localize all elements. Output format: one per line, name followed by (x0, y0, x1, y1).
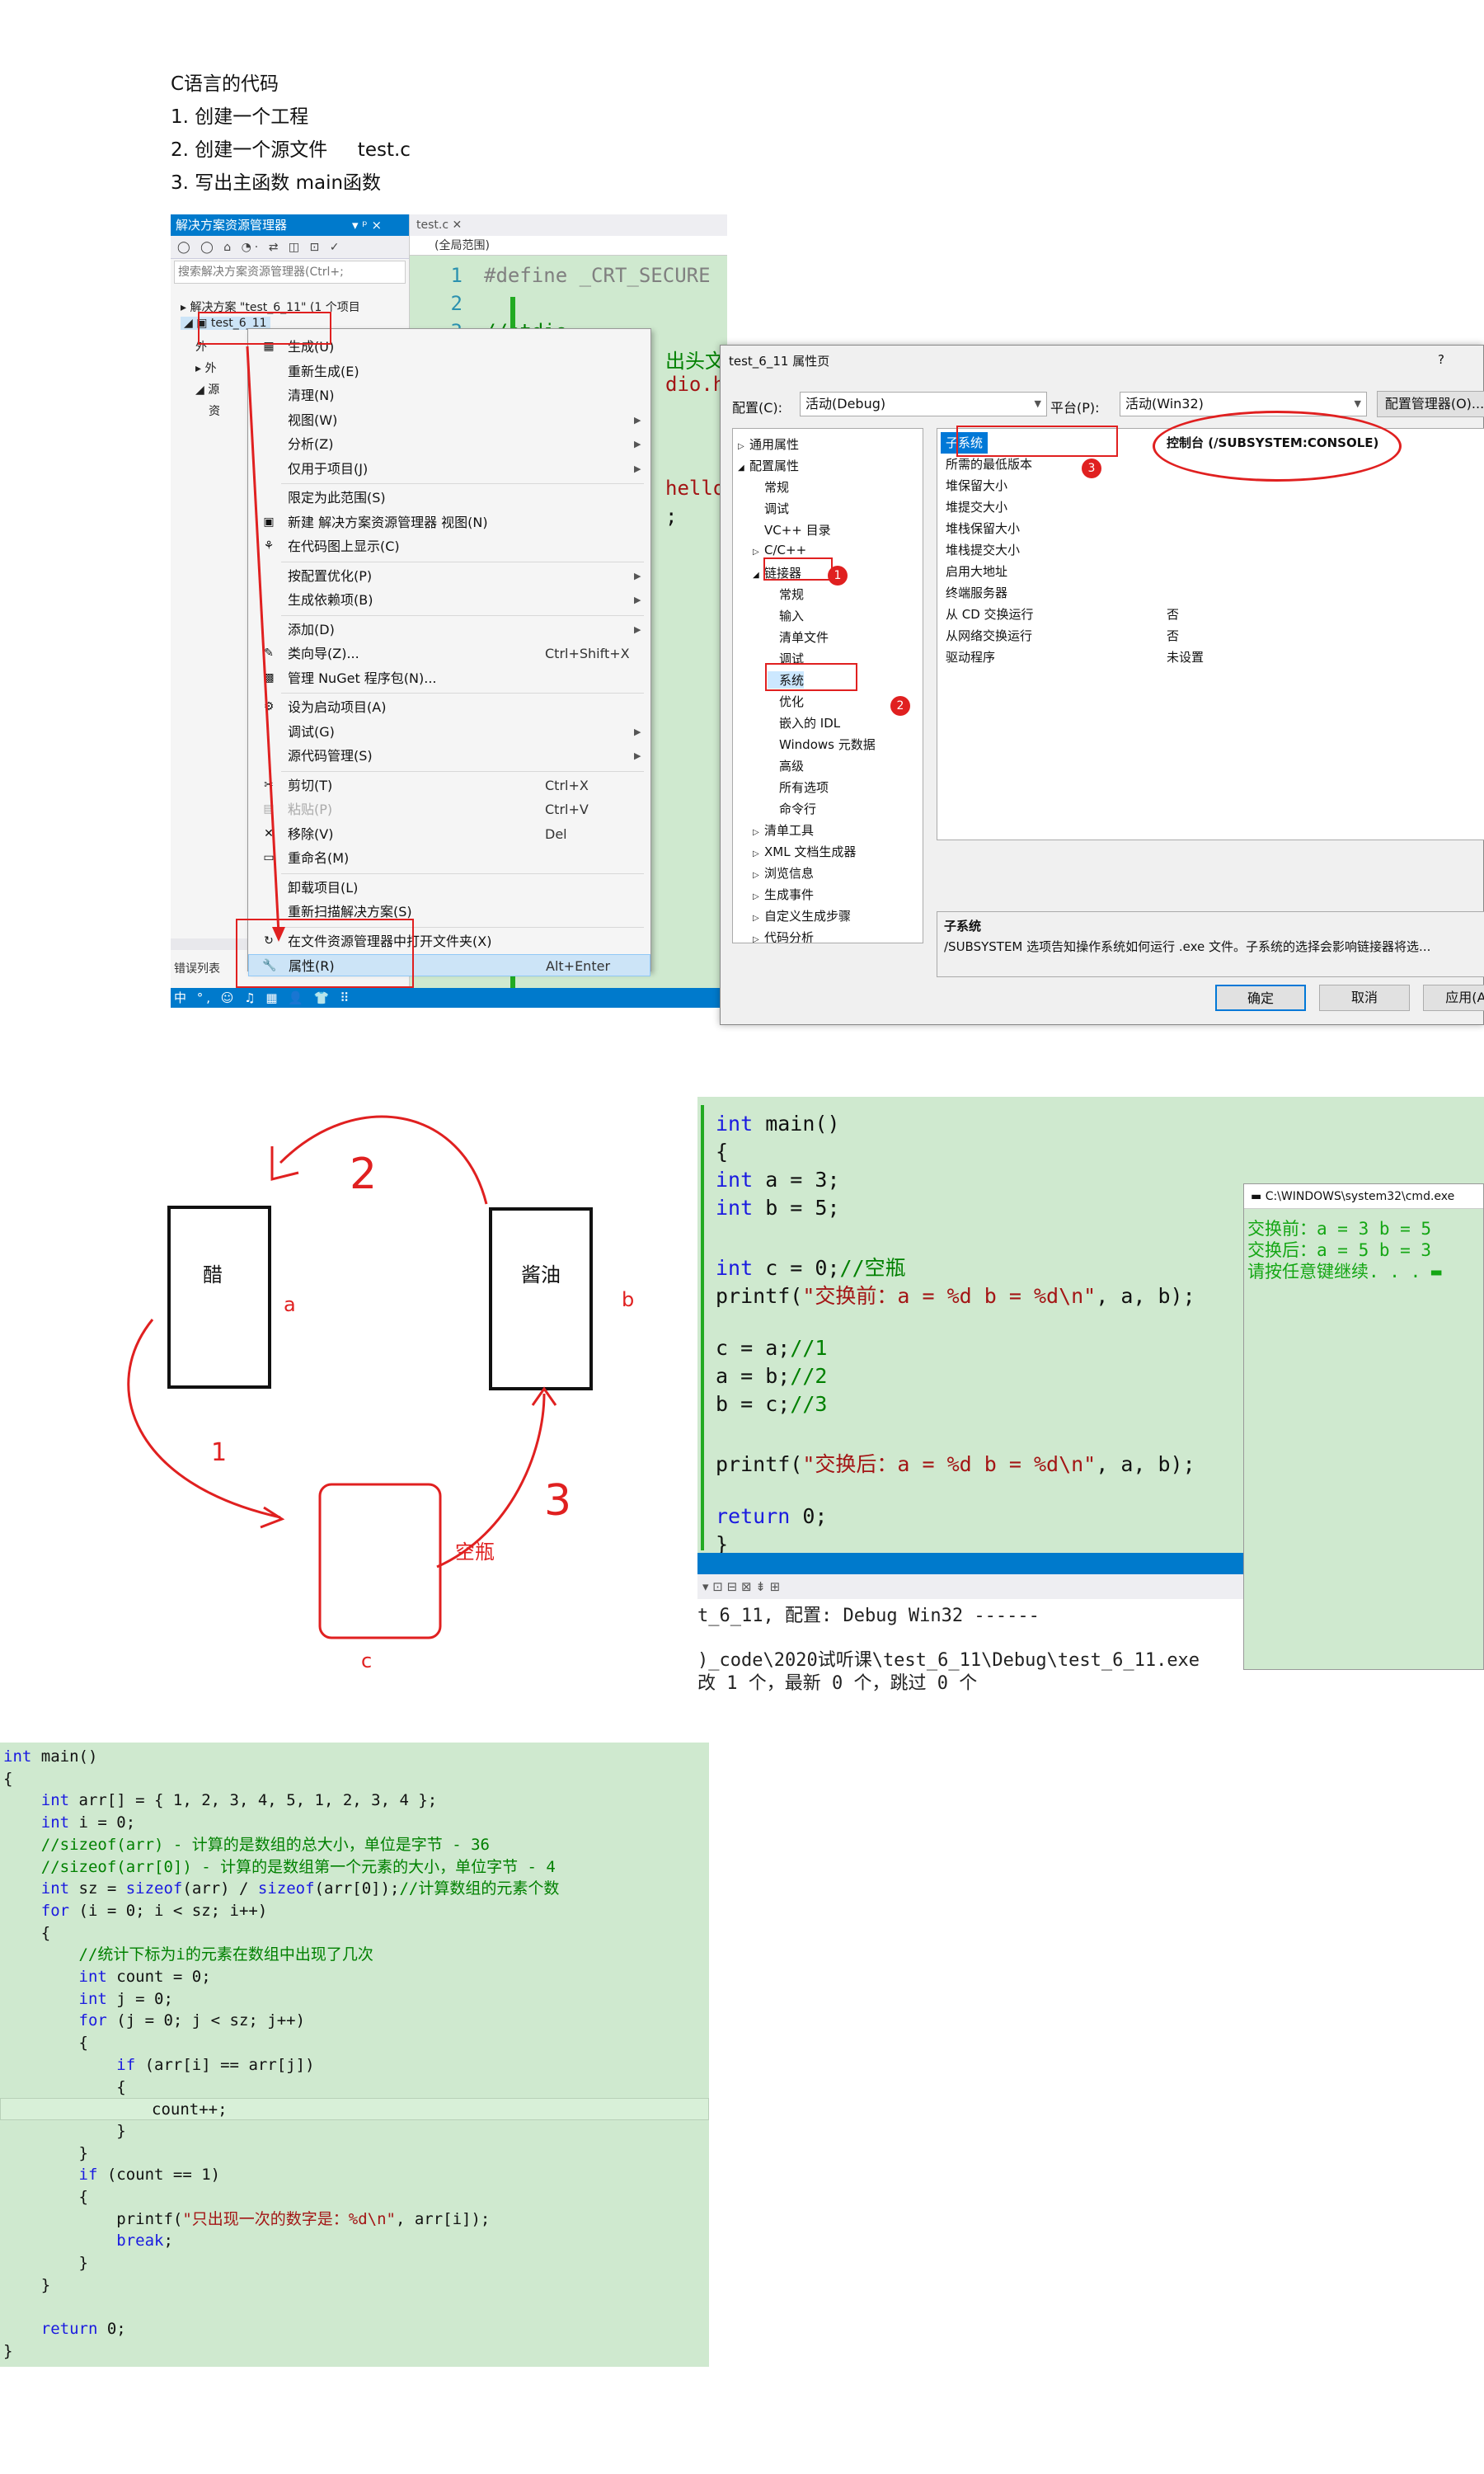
count-code-editor[interactable]: int main() { int arr[] = { 1, 2, 3, 4, 5,… (0, 1743, 709, 2367)
code-line: { (3, 2188, 88, 2206)
code-line: { (3, 2034, 88, 2053)
var-c-label: c (361, 1649, 373, 1672)
code-line: int i = 0; (40, 1813, 136, 1832)
code-line: if (arr[i] == arr[j]) (116, 2055, 315, 2074)
code-line: int b = 5; (716, 1196, 840, 1220)
empty-bottle-label: 空瓶 (455, 1540, 495, 1564)
code-line: } (3, 2121, 126, 2140)
code-line: break; (116, 2232, 173, 2251)
code-line: for (j = 0; j < sz; j++) (78, 2011, 306, 2030)
code-line: } (3, 2254, 88, 2273)
code-line: b = c;//3 (716, 1392, 828, 1416)
step-2-label: 2 (350, 1150, 378, 1199)
code-line: c = a;//1 (716, 1336, 828, 1360)
code-line: { (3, 2077, 126, 2096)
code-line: printf("交换后：a = %d b = %d\n", a, b); (716, 1452, 1195, 1476)
code-line: //统计下标为i的元素在数组中出现了几次 (78, 1945, 373, 1964)
code-line: if (count == 1) (78, 2166, 221, 2185)
code-line: } (716, 1532, 729, 1553)
code-line: int count = 0; (78, 1968, 211, 1986)
code-line: a = b;//2 (716, 1364, 828, 1388)
code-line: int main() (716, 1112, 840, 1136)
code-line: int j = 0; (78, 1989, 173, 2008)
vinegar-label: 醋 (203, 1263, 223, 1286)
code-line: for (i = 0; i < sz; i++) (40, 1901, 268, 1920)
code-line: printf("只出现一次的数字是：%d\n", arr[i]); (3, 2209, 491, 2228)
step-3-label: 3 (544, 1476, 572, 1526)
code-line: } (3, 2275, 51, 2294)
console-title: ▬ C:\WINDOWS\system32\cmd.exe (1244, 1184, 1483, 1209)
code-line: int arr[] = { 1, 2, 3, 4, 5, 1, 2, 3, 4 … (40, 1791, 438, 1810)
code-line: return 0; (40, 2320, 126, 2339)
code-line: int main() (3, 1747, 98, 1766)
code-line: } (3, 2341, 13, 2360)
code-line: //sizeof(arr) - 计算的是数组的总大小，单位是字节 - 36 (40, 1835, 490, 1854)
code-line: { (3, 1923, 51, 1942)
var-b-label: b (622, 1288, 635, 1311)
code-line: count++; (0, 2098, 709, 2121)
code-line: return 0; (716, 1504, 828, 1528)
code-line: { (716, 1140, 729, 1164)
console-window: ▬ C:\WINDOWS\system32\cmd.exe 交换前：a = 3 … (1243, 1183, 1484, 1670)
soy-sauce-label: 酱油 (521, 1263, 561, 1286)
code-line: int sz = sizeof(arr) / sizeof(arr[0]);//… (40, 1879, 560, 1898)
annotation-arrow (246, 346, 285, 942)
console-icon: ▬ (1251, 1190, 1266, 1203)
swap-sketch (127, 1115, 593, 1639)
code-line: { (3, 1769, 13, 1788)
code-line: } (3, 2143, 88, 2162)
code-line: int a = 3; (716, 1168, 840, 1192)
code-line: int c = 0;//空瓶 (716, 1256, 906, 1280)
step-1-label: 1 (211, 1438, 228, 1467)
var-a-label: a (284, 1293, 296, 1316)
change-bar (701, 1105, 704, 1550)
output-line: 改 1 个，最新 0 个，跳过 0 个 (697, 1673, 978, 1694)
console-line: 请按任意键继续. . . ▬ (1247, 1262, 1442, 1282)
code-line: //sizeof(arr[0]) - 计算的是数组第一个元素的大小，单位字节 -… (40, 1857, 556, 1876)
output-line: t_6_11, 配置: Debug Win32 ------ (697, 1606, 1040, 1626)
code-line: printf("交换前：a = %d b = %d\n", a, b); (716, 1284, 1195, 1308)
